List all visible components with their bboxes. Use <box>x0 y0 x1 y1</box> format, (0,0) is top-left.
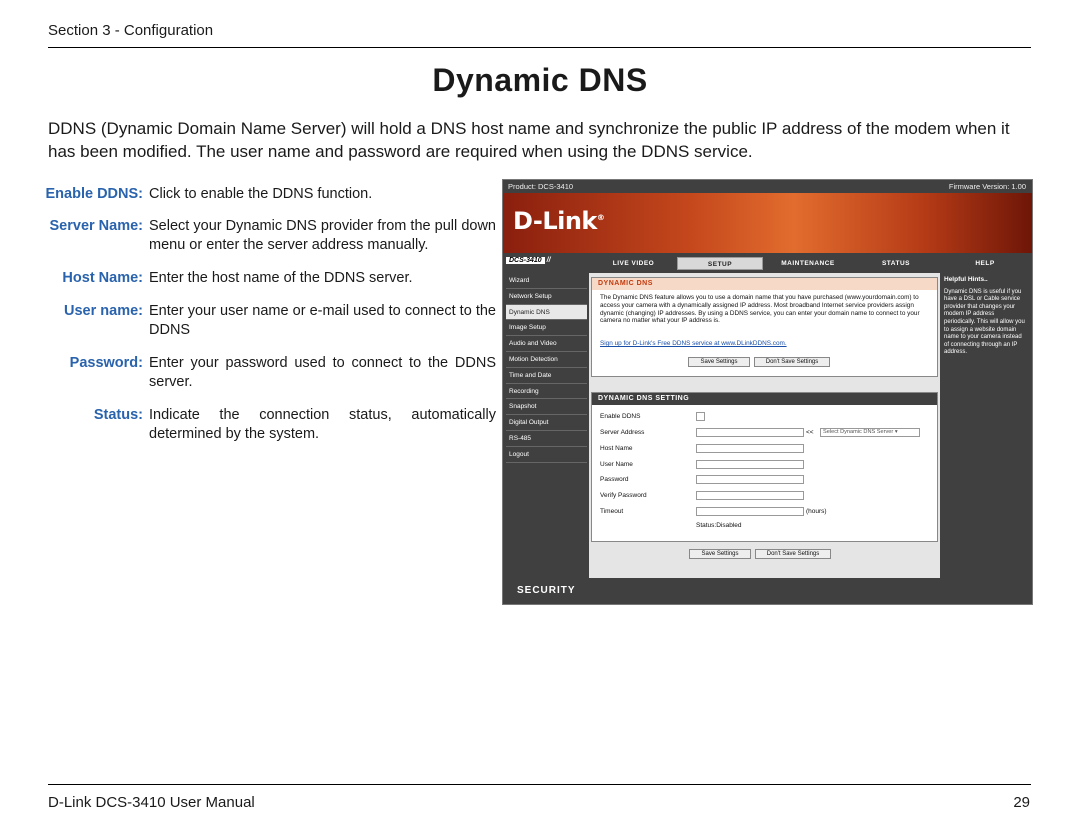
field-desc: Click to enable the DDNS function. <box>149 186 373 202</box>
field-desc: Enter your user name or e-mail used to c… <box>149 303 496 338</box>
arrows-label: << <box>806 429 814 436</box>
model-badge: DCS-3410 // <box>506 257 586 269</box>
panel-title: DYNAMIC DNS <box>592 278 937 290</box>
page-number: 29 <box>1013 794 1030 811</box>
label-server-address: Server Address <box>600 429 645 436</box>
help-title: Helpful Hints.. <box>944 276 988 283</box>
field-label: User name: <box>64 303 143 319</box>
field-desc: Indicate the connection status, automati… <box>149 407 496 442</box>
top-nav: DCS-3410 // LIVE VIDEO SETUP MAINTENANCE… <box>503 255 1032 271</box>
field-status: Status: Indicate the connection status, a… <box>40 406 496 444</box>
sidebar-item-dynamic-dns[interactable]: Dynamic DNS <box>506 304 587 321</box>
label-user-name: User Name <box>600 461 633 468</box>
header-rule <box>48 47 1031 48</box>
bottom-bar: SECURITY <box>503 578 1032 604</box>
verify-password-input[interactable] <box>696 491 804 500</box>
sidebar-item-image-setup[interactable]: Image Setup <box>506 320 587 337</box>
field-host-name: Host Name: Enter the host name of the DDN… <box>40 269 496 288</box>
label-verify-password: Verify Password <box>600 492 647 499</box>
dlink-banner: D-Link® <box>503 193 1032 253</box>
sidebar-item-recording[interactable]: Recording <box>506 384 587 400</box>
field-user-name: User name: Enter your user name or e-mail… <box>40 302 496 340</box>
camera-ui-screenshot: Product: DCS-3410 Firmware Version: 1.00… <box>502 179 1033 605</box>
server-address-input[interactable] <box>696 428 804 437</box>
signup-link[interactable]: Sign up for D-Link's Free DDNS service a… <box>600 340 787 347</box>
dont-save-settings-button-bottom[interactable]: Don't Save Settings <box>755 549 831 559</box>
field-label: Status: <box>93 407 143 423</box>
field-enable-ddns: Enable DDNS: Click to enable the DDNS fun… <box>40 185 496 204</box>
main-content: DYNAMIC DNS The Dynamic DNS feature allo… <box>589 273 940 590</box>
label-enable-ddns: Enable DDNS <box>600 413 641 420</box>
dlink-logo: D-Link® <box>513 207 605 235</box>
sidebar-item-time-date[interactable]: Time and Date <box>506 368 587 384</box>
panel-description: The Dynamic DNS feature allows you to us… <box>600 294 920 325</box>
password-input[interactable] <box>696 475 804 484</box>
sidebar-item-rs485[interactable]: RS-485 <box>506 431 587 447</box>
field-desc: Enter the host name of the DDNS server. <box>149 270 413 286</box>
enable-ddns-checkbox[interactable] <box>696 412 705 421</box>
section-label: Section 3 - Configuration <box>48 22 214 39</box>
field-desc: Select your Dynamic DNS provider from th… <box>149 218 496 253</box>
server-select-dropdown[interactable]: Select Dynamic DNS Server ▾ <box>820 428 920 437</box>
field-desc: Enter your password used to connect to t… <box>149 355 496 390</box>
save-settings-button-bottom[interactable]: Save Settings <box>689 549 751 559</box>
field-label: Server Name: <box>49 218 144 234</box>
label-host-name: Host Name <box>600 445 633 452</box>
help-panel: Helpful Hints.. Dynamic DNS is useful if… <box>941 273 1029 590</box>
tab-live-video[interactable]: LIVE VIDEO <box>591 257 676 270</box>
save-settings-button[interactable]: Save Settings <box>688 357 750 367</box>
product-bar: Product: DCS-3410 Firmware Version: 1.00 <box>503 180 1032 193</box>
status-text: Status:Disabled <box>696 522 742 529</box>
footer-rule <box>48 784 1031 785</box>
tab-setup[interactable]: SETUP <box>677 257 763 270</box>
dont-save-settings-button[interactable]: Don't Save Settings <box>754 357 830 367</box>
tab-status[interactable]: STATUS <box>853 257 939 270</box>
firmware-label: Firmware Version: 1.00 <box>948 182 1026 191</box>
tab-maintenance[interactable]: MAINTENANCE <box>765 257 851 270</box>
tab-help[interactable]: HELP <box>941 257 1029 270</box>
field-label: Host Name: <box>62 270 143 286</box>
sidebar-item-audio-video[interactable]: Audio and Video <box>506 336 587 352</box>
setting-title: DYNAMIC DNS SETTING <box>592 393 937 405</box>
hours-label: (hours) <box>806 508 827 515</box>
page-title: Dynamic DNS <box>432 62 648 98</box>
footer-manual-title: D-Link DCS-3410 User Manual <box>48 794 255 811</box>
help-text: Dynamic DNS is useful if you have a DSL … <box>944 288 1025 356</box>
field-server-name: Server Name: Select your Dynamic DNS prov… <box>40 217 497 255</box>
sidebar: Wizard Network Setup Dynamic DNS Image S… <box>506 273 587 463</box>
sidebar-item-digital-output[interactable]: Digital Output <box>506 415 587 431</box>
security-label: SECURITY <box>517 585 576 596</box>
host-name-input[interactable] <box>696 444 804 453</box>
product-label: Product: DCS-3410 <box>508 182 574 191</box>
sidebar-item-network-setup[interactable]: Network Setup <box>506 289 587 305</box>
timeout-input[interactable] <box>696 507 804 516</box>
intro-paragraph: DDNS (Dynamic Domain Name Server) will h… <box>48 119 1010 161</box>
sidebar-item-wizard[interactable]: Wizard <box>506 273 587 289</box>
sidebar-item-snapshot[interactable]: Snapshot <box>506 399 587 416</box>
label-password: Password <box>600 476 629 483</box>
sidebar-item-logout[interactable]: Logout <box>506 447 587 463</box>
field-password: Password: Enter your password used to con… <box>40 354 496 392</box>
field-descriptions: Enable DDNS: Click to enable the DDNS fun… <box>40 185 497 457</box>
field-label: Password: <box>69 355 143 371</box>
field-label: Enable DDNS: <box>45 186 144 202</box>
sidebar-item-motion-detection[interactable]: Motion Detection <box>506 352 587 368</box>
chevron-down-icon: ▾ <box>894 429 898 435</box>
label-timeout: Timeout <box>600 508 624 515</box>
user-name-input[interactable] <box>696 460 804 469</box>
ddns-setting-panel: DYNAMIC DNS SETTING Enable DDNS Server A… <box>591 392 938 542</box>
ddns-info-panel: DYNAMIC DNS The Dynamic DNS feature allo… <box>591 277 938 377</box>
